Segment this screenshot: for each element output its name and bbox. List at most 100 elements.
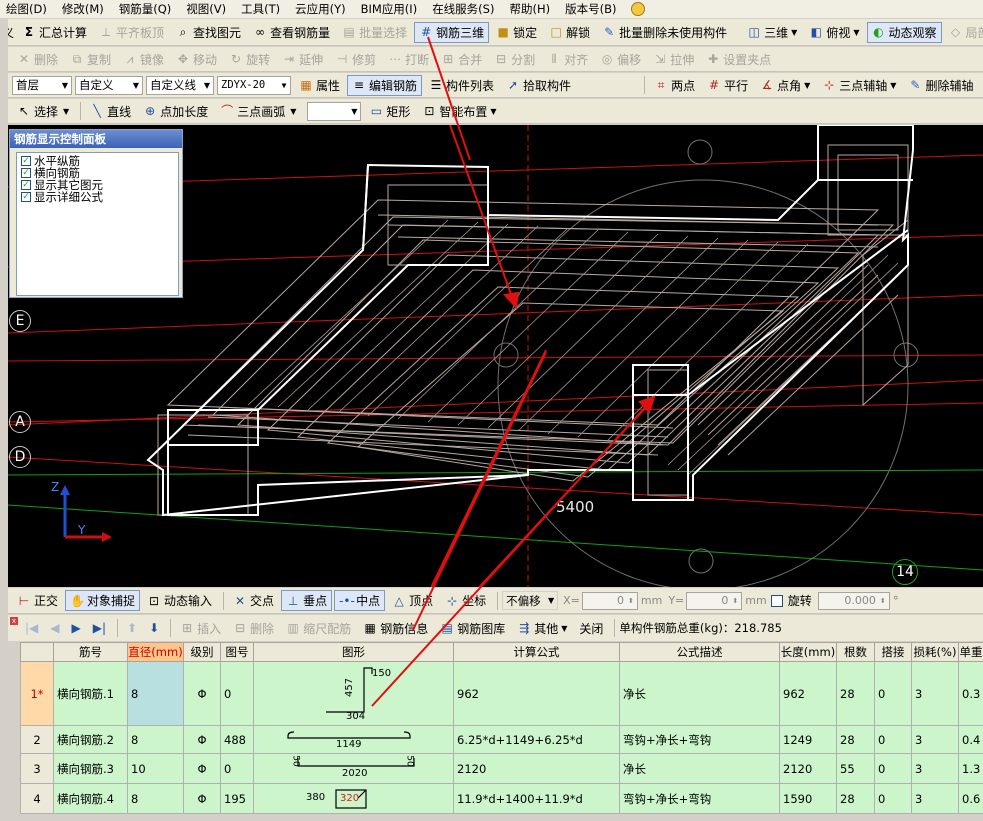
table-row[interactable]: 1* 横向钢筋.1 8 Φ 0 457 150 304 962 净长 962 2… (20, 661, 983, 726)
cell-count[interactable]: 28 (836, 661, 875, 726)
rebar-library-button[interactable]: ▤ 钢筋图库 (435, 618, 510, 639)
table-row[interactable]: 3 横向钢筋.3 10 Φ 0 50 2020 50 2120 净长 2120 … (20, 753, 983, 784)
parallel-axis-button[interactable]: # 平行 (702, 75, 753, 96)
row-number[interactable]: 4 (20, 783, 54, 814)
menu-bim[interactable]: BIM应用(I) (361, 1, 418, 17)
cell-unit-weight[interactable]: 0.3 (958, 661, 983, 726)
cell-figure-no[interactable]: 0 (220, 661, 254, 726)
local-3d-button[interactable]: ◇ 局部三维 (944, 22, 983, 43)
cell-description[interactable]: 净长 (619, 753, 780, 784)
col-header-figure-no[interactable]: 图号 (220, 642, 254, 662)
delete-row-button[interactable]: ⊟ 删除 (228, 618, 279, 639)
cell-bar-no[interactable]: 横向钢筋.4 (53, 783, 128, 814)
row-number[interactable]: 2 (20, 725, 54, 754)
col-header-unit-weight[interactable]: 单重 (958, 642, 983, 662)
cell-loss[interactable]: 3 (911, 753, 959, 784)
prev-record-button[interactable]: ◀ (45, 618, 64, 639)
rotate-checkbox[interactable] (770, 594, 783, 607)
menu-version[interactable]: 版本号(B) (565, 1, 616, 17)
cell-grade[interactable]: Φ (183, 661, 221, 726)
close-pane-icon[interactable]: x (10, 617, 18, 625)
checkbox-detailed-formula[interactable]: ✓ 显示详细公式 (21, 191, 174, 203)
smart-layout-button[interactable]: ⊡ 智能布置 ▼ (417, 101, 501, 122)
first-record-button[interactable]: |◀ (20, 618, 43, 639)
insert-row-button[interactable]: ⊞ 插入 (175, 618, 226, 639)
menu-help[interactable]: 帮助(H) (509, 1, 550, 17)
component-code-select[interactable]: ZDYX-20 ▼ (217, 75, 291, 95)
break-button[interactable]: ⋯ 打断 (383, 49, 434, 70)
cell-diameter[interactable]: 10 (127, 753, 184, 784)
cell-description[interactable]: 弯钩+净长+弯钩 (619, 725, 780, 754)
menu-view[interactable]: 视图(V) (186, 1, 226, 17)
cell-formula[interactable]: 962 (453, 661, 620, 726)
last-record-button[interactable]: ▶| (88, 618, 111, 639)
cell-shape[interactable]: 457 150 304 (253, 661, 454, 726)
next-record-button[interactable]: ▶ (67, 618, 86, 639)
object-snap-button[interactable]: ✋ 对象捕捉 (65, 590, 141, 611)
menu-tools[interactable]: 工具(T) (241, 1, 280, 17)
cell-diameter[interactable]: 8 (127, 661, 184, 726)
offset-button[interactable]: ◎ 偏移 (595, 49, 646, 70)
cell-formula[interactable]: 11.9*d+1400+11.9*d (453, 783, 620, 814)
cell-grade[interactable]: Φ (183, 753, 221, 784)
cell-length[interactable]: 962 (779, 661, 837, 726)
cell-grade[interactable]: Φ (183, 725, 221, 754)
delete-button[interactable]: ✕ 删除 (12, 49, 63, 70)
trim-button[interactable]: ⊣ 修剪 (330, 49, 381, 70)
cell-lap[interactable]: 0 (874, 661, 912, 726)
cell-bar-no[interactable]: 横向钢筋.3 (53, 753, 128, 784)
cell-unit-weight[interactable]: 1.3 (958, 753, 983, 784)
col-header-lap[interactable]: 搭接 (874, 642, 912, 662)
floor-select[interactable]: 首层 ▼ (12, 75, 72, 95)
batch-delete-button[interactable]: ✎ 批量删除未使用构件 (597, 22, 732, 43)
unlock-button[interactable]: □ 解锁 (544, 22, 595, 43)
cell-figure-no[interactable]: 488 (220, 725, 254, 754)
table-row[interactable]: 2 横向钢筋.2 8 Φ 488 1149 6.25*d+1149+6.25*d… (20, 725, 983, 754)
row-number[interactable]: 1* (20, 661, 54, 726)
split-button[interactable]: ⊟ 分割 (489, 49, 540, 70)
move-down-button[interactable]: ⬇ (144, 618, 164, 639)
cell-description[interactable]: 净长 (619, 661, 780, 726)
cell-figure-no[interactable]: 195 (220, 783, 254, 814)
row-number[interactable]: 3 (20, 753, 54, 784)
col-header-shape[interactable]: 图形 (253, 642, 454, 662)
cell-shape[interactable]: 50 2020 50 (253, 753, 454, 784)
cell-shape[interactable]: 1149 (253, 725, 454, 754)
subcategory-select[interactable]: 自定义线 ▼ (146, 75, 214, 95)
properties-button[interactable]: ▦ 属性 (294, 75, 345, 96)
view-rebar-qty-button[interactable]: ∞ 查看钢筋量 (248, 22, 335, 43)
col-header-bar-no[interactable]: 筋号 (53, 642, 128, 662)
scale-rebar-button[interactable]: ▥ 缩尺配筋 (281, 618, 356, 639)
menu-draw[interactable]: 绘图(D) (6, 1, 47, 17)
cell-formula[interactable]: 2120 (453, 753, 620, 784)
vertex-snap-button[interactable]: △ 顶点 (387, 590, 438, 611)
edit-rebar-button[interactable]: ≡ 编辑钢筋 (347, 74, 423, 96)
set-grip-button[interactable]: ✚ 设置夹点 (701, 49, 776, 70)
menu-online[interactable]: 在线服务(S) (432, 1, 494, 17)
component-list-button[interactable]: ☰ 构件列表 (424, 75, 499, 96)
rebar-info-button[interactable]: ▦ 钢筋信息 (358, 618, 433, 639)
intersection-snap-button[interactable]: ✕ 交点 (228, 590, 279, 611)
cell-count[interactable]: 28 (836, 725, 875, 754)
cell-diameter[interactable]: 8 (127, 783, 184, 814)
mirror-button[interactable]: ⩘ 镜像 (118, 49, 169, 70)
menu-modify[interactable]: 修改(M) (62, 1, 104, 17)
dynamic-orbit-button[interactable]: ◐ 动态观察 (866, 21, 942, 43)
batch-select-button[interactable]: ▤ 批量选择 (337, 22, 412, 43)
align-button[interactable]: ⫴ 对齐 (542, 49, 593, 70)
cell-formula[interactable]: 6.25*d+1149+6.25*d (453, 725, 620, 754)
category-select[interactable]: 自定义 ▼ (75, 75, 143, 95)
cell-lap[interactable]: 0 (874, 753, 912, 784)
sum-calc-button[interactable]: Σ 汇总计算 (17, 22, 92, 43)
delete-axis-button[interactable]: ✎ 删除辅轴 (903, 75, 978, 96)
merge-button[interactable]: ⊞ 合并 (436, 49, 487, 70)
menu-cloud[interactable]: 云应用(Y) (295, 1, 346, 17)
two-point-axis-button[interactable]: ⌗ 两点 (649, 75, 700, 96)
move-button[interactable]: ✥ 移动 (171, 49, 222, 70)
midpoint-snap-button[interactable]: -•- 中点 (334, 590, 386, 611)
cell-unit-weight[interactable]: 0.6 (958, 783, 983, 814)
lock-button[interactable]: ■ 锁定 (491, 22, 542, 43)
flush-slab-button[interactable]: ⟂ 平齐板顶 (94, 22, 169, 43)
cell-figure-no[interactable]: 0 (220, 753, 254, 784)
cell-description[interactable]: 弯钩+净长+弯钩 (619, 783, 780, 814)
